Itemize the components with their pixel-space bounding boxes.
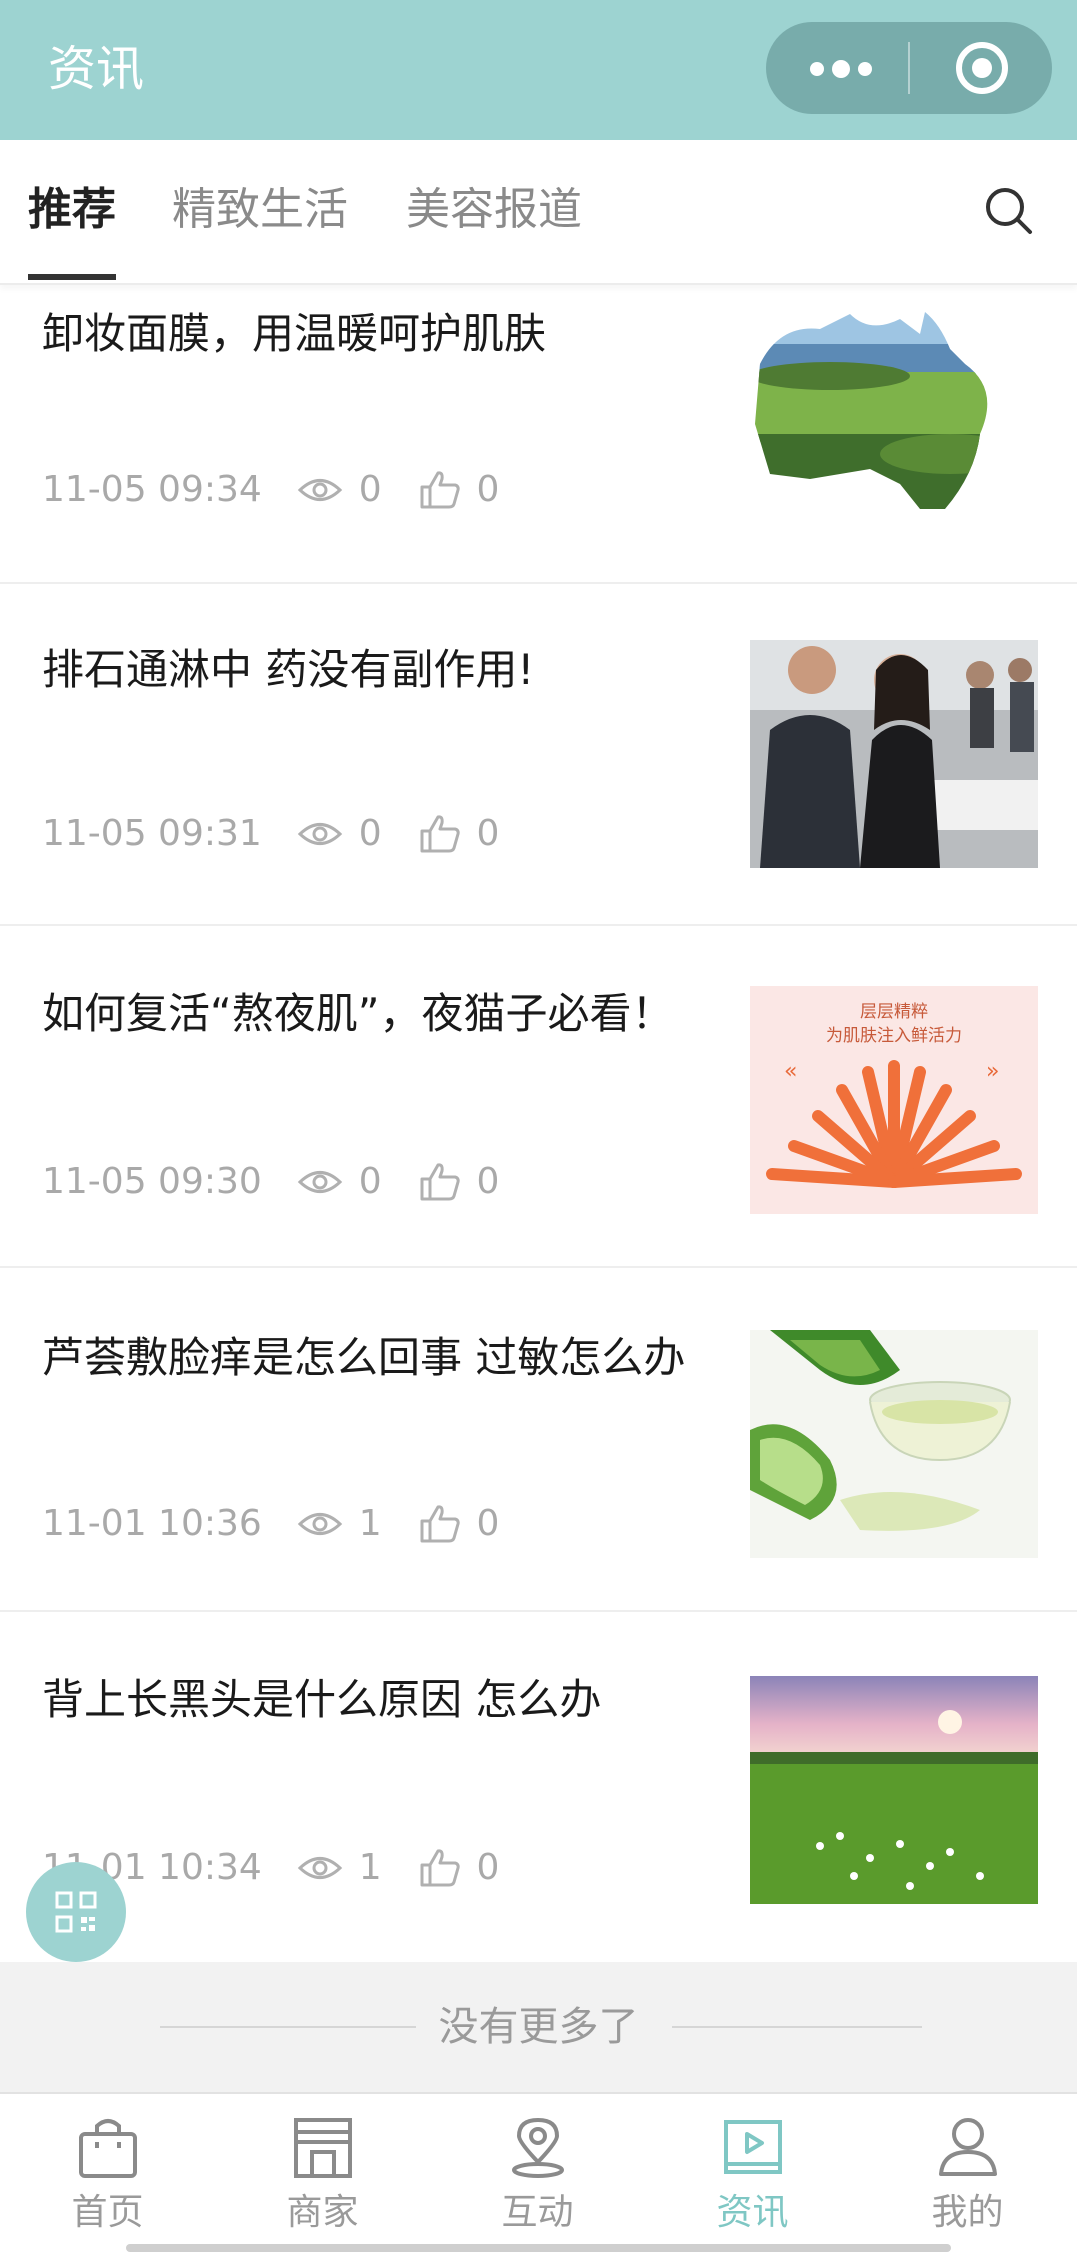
green-field-sunset-photo [750,1676,1038,1904]
tabbar-item-interact[interactable]: 互动 [430,2094,645,2252]
views-count: 1 [358,1847,382,1888]
likes-count: 0 [476,1161,500,1202]
location-pin-icon [512,2117,564,2178]
thumbs-up-icon[interactable] [419,1162,461,1202]
capsule-divider [908,42,910,94]
target-close-icon[interactable] [956,42,1008,94]
news-item[interactable]: 如何复活“熬夜肌”，夜猫子必看！ 11-05 09:30 0 0 层层精粹 为肌… [0,938,1077,1268]
news-title: 芦荟敷脸痒是怎么回事 过敏怎么办 [42,1333,686,1382]
tab-recommend[interactable]: 推荐 [28,180,116,240]
aloe-vera-photo [750,1330,1038,1558]
views-count: 1 [358,1503,382,1544]
news-meta: 11-05 09:31 0 0 [42,808,499,858]
news-title: 如何复活“熬夜肌”，夜猫子必看！ [42,989,674,1038]
tabbar-label: 首页 [71,2192,144,2233]
thumbs-up-icon[interactable] [419,1504,461,1544]
user-icon [939,2118,997,2176]
title-bar: 资讯 [0,0,1077,140]
home-indicator [126,2244,951,2252]
views-icon [298,1171,343,1193]
likes-count: 0 [476,813,500,854]
likes-count: 0 [476,469,500,510]
shopping-bag-icon [79,2119,137,2178]
no-more-footer: 没有更多了 [0,1962,1077,2092]
svg-text:«: « [784,1059,797,1084]
tabbar-label: 资讯 [716,2192,789,2233]
likes-count: 0 [476,1847,500,1888]
video-play-icon [724,2120,782,2174]
tabbar-label: 商家 [286,2192,359,2233]
qrcode-icon [55,1891,97,1933]
tab-beauty-report[interactable]: 美容报道 [406,180,582,240]
app-root: 资讯 推荐 精致生活 美容报道 卸妆面膜，用温暖呵护肌肤 11-05 09:34… [0,0,1077,2252]
serum-ampoules-ad: 层层精粹 为肌肤注入鲜活力 « » [750,986,1038,1214]
news-date: 11-05 09:30 [42,1161,262,1202]
views-icon [298,1513,343,1535]
news-date: 11-05 09:34 [42,469,262,510]
active-tab-indicator [28,274,116,280]
news-meta: 11-05 09:34 0 0 [42,464,499,514]
views-icon [298,823,343,845]
views-icon [298,1857,343,1879]
tabbar-item-home[interactable]: 首页 [0,2094,215,2252]
tabbar-label: 互动 [501,2192,574,2233]
news-meta: 11-01 10:36 1 0 [42,1498,499,1548]
news-title: 卸妆面膜，用温暖呵护肌肤 [42,309,547,358]
news-date: 11-05 09:31 [42,813,262,854]
office-people-photo [750,640,1038,868]
storefront-icon [294,2118,352,2178]
svg-text:»: » [986,1059,999,1084]
thumbs-up-icon[interactable] [419,814,461,854]
news-title: 排石通淋中 药没有副作用! [42,645,535,694]
category-tabs: 推荐 精致生活 美容报道 [0,140,1077,285]
views-count: 0 [358,469,382,510]
mini-program-capsule [766,22,1052,114]
news-date: 11-01 10:36 [42,1503,262,1544]
news-item[interactable]: 芦荟敷脸痒是怎么回事 过敏怎么办 11-01 10:36 1 0 [0,1280,1077,1612]
tab-refined-life[interactable]: 精致生活 [172,180,348,240]
tabbar-label: 我的 [931,2192,1004,2233]
news-item[interactable]: 背上长黑头是什么原因 怎么办 11-01 10:34 1 0 [0,1622,1077,1962]
likes-count: 0 [476,1503,500,1544]
tabbar-item-news[interactable]: 资讯 [645,2094,860,2252]
tabbar-item-mine[interactable]: 我的 [860,2094,1075,2252]
thumbs-up-icon[interactable] [419,1848,461,1888]
thumbs-up-icon[interactable] [419,470,461,510]
views-count: 0 [358,813,382,854]
search-icon[interactable] [984,186,1034,236]
views-count: 0 [358,1161,382,1202]
qrcode-fab[interactable] [26,1862,126,1962]
page-title: 资讯 [48,41,145,97]
news-item[interactable]: 卸妆面膜，用温暖呵护肌肤 11-05 09:34 0 0 [0,254,1077,584]
bottom-tab-bar: 首页 商家 互动 资讯 我的 [0,2092,1077,2252]
tabbar-item-merchant[interactable]: 商家 [215,2094,430,2252]
news-title: 背上长黑头是什么原因 怎么办 [42,1675,602,1724]
views-icon [298,479,343,501]
no-more-text: 没有更多了 [438,2004,639,2050]
news-meta: 11-05 09:30 0 0 [42,1156,499,1206]
australia-landscape-map [750,304,1038,532]
more-dots-icon[interactable] [806,50,876,86]
news-item[interactable]: 排石通淋中 药没有副作用! 11-05 09:31 0 0 [0,596,1077,926]
